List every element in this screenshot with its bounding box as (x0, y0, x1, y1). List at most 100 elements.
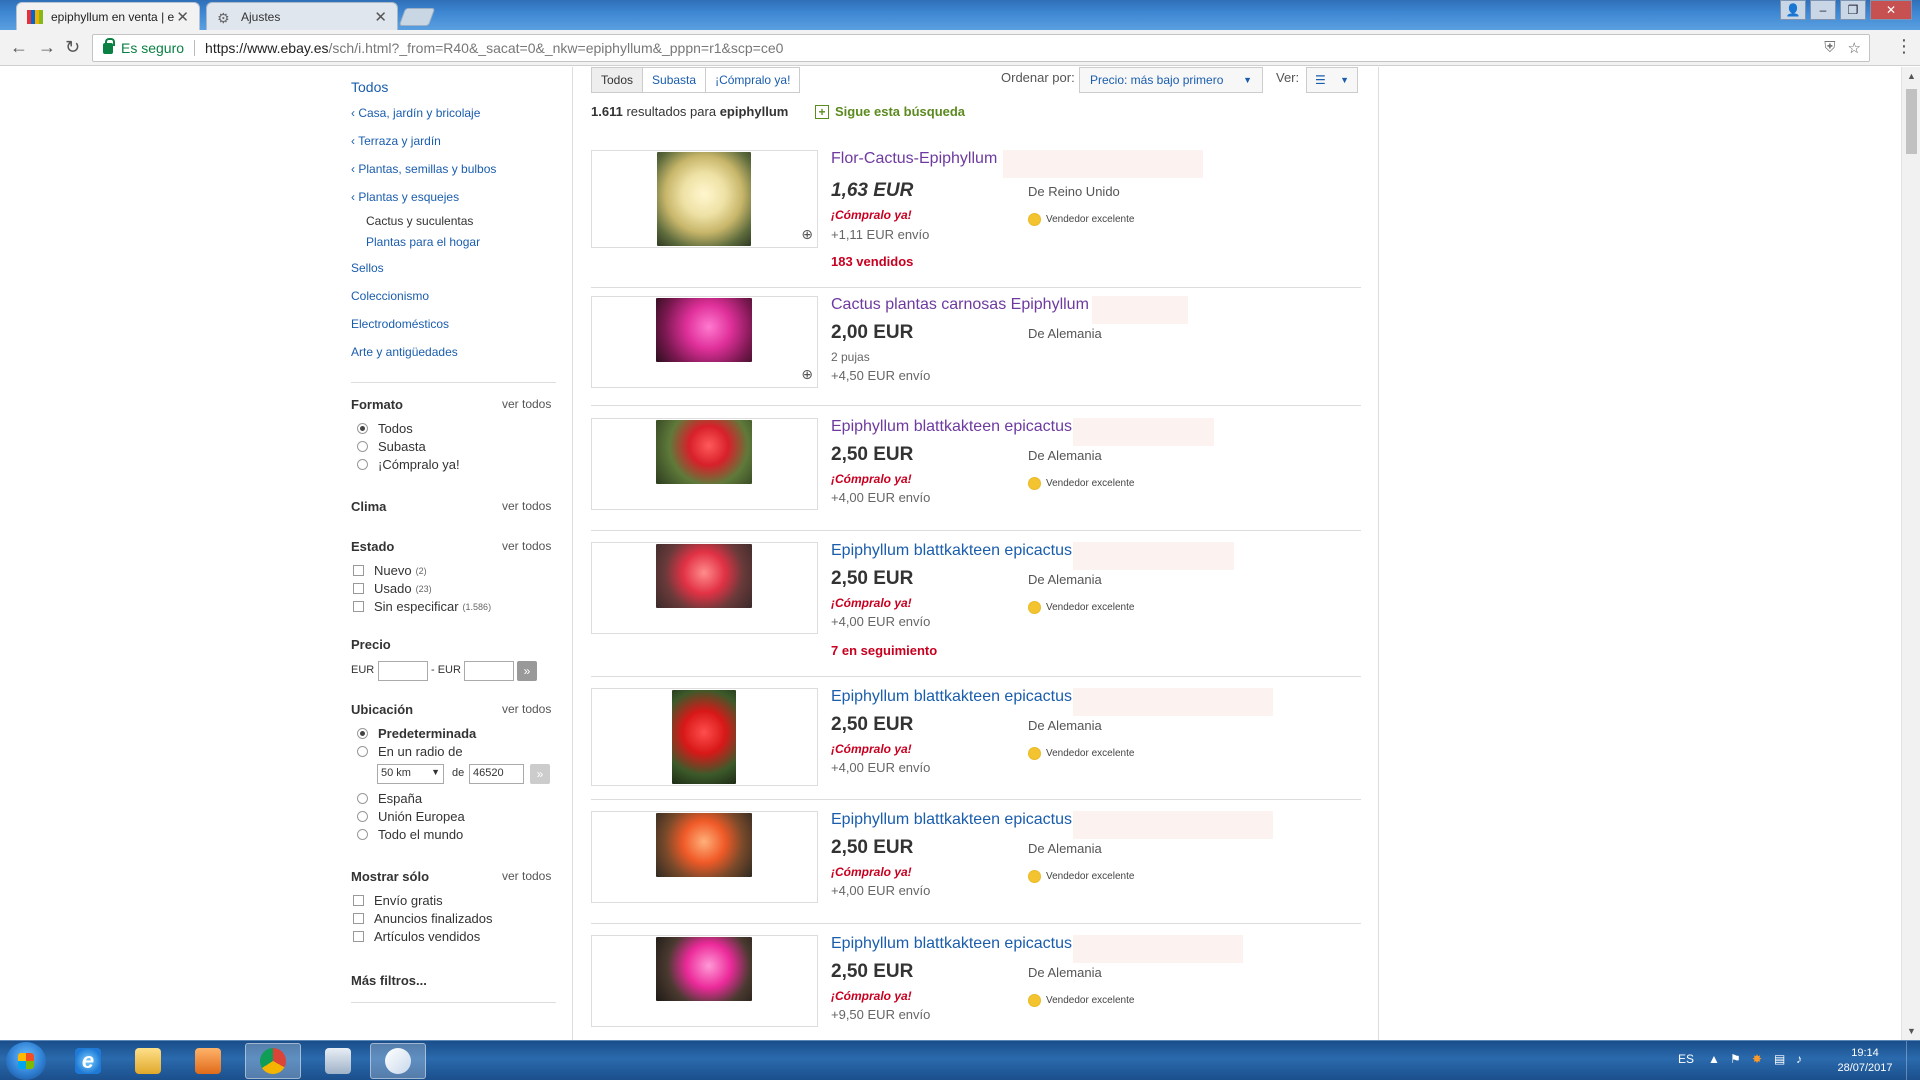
start-button[interactable] (6, 1042, 46, 1080)
listing-title[interactable]: Cactus plantas carnosas Epiphyllum (831, 296, 1089, 314)
mostrar-option-finalizados[interactable]: Anuncios finalizados (353, 911, 493, 926)
estado-option-sin-especificar[interactable]: Sin especificar (1.586) (353, 599, 491, 614)
price-submit-button[interactable]: » (517, 661, 537, 681)
postcode-input[interactable]: 46520 (469, 764, 524, 784)
page-scrollbar[interactable]: ▲ ▼ (1901, 67, 1920, 1040)
close-window-button[interactable]: ✕ (1870, 0, 1912, 20)
listing-title[interactable]: Flor-Cactus-Epiphyllum (831, 150, 997, 168)
ebay-favicon-icon (27, 9, 43, 24)
scroll-down-icon[interactable]: ▼ (1907, 1026, 1916, 1036)
follow-search-button[interactable]: + Sigue esta búsqueda (815, 104, 965, 119)
taskbar-chrome[interactable] (245, 1043, 301, 1079)
forward-arrow-icon[interactable]: → (38, 37, 56, 58)
ubicacion-option-predeterminada[interactable]: Predeterminada (357, 726, 476, 741)
taskbar-media[interactable] (180, 1043, 236, 1079)
windows-taskbar: e ES ▲ ⚑ ✸ ▤ ♪ 19:14 28/07/2017 (0, 1040, 1920, 1080)
listing-image[interactable] (591, 542, 818, 634)
extension-icon[interactable]: ⛨ (1824, 39, 1835, 57)
category-casa[interactable]: ‹ Casa, jardín y bricolaje (351, 106, 480, 120)
folder-icon (135, 1048, 161, 1074)
listing-title[interactable]: Epiphyllum blattkakteen epicactus (831, 935, 1072, 953)
listing-shipping: +4,00 EUR envío (831, 883, 931, 898)
category-electrodomesticos[interactable]: Electrodomésticos (351, 317, 449, 331)
format-tab-compralo[interactable]: ¡Cómpralo ya! (706, 68, 800, 92)
tab-ajustes[interactable]: ⚙ Ajustes ✕ (206, 2, 398, 30)
price-max-input[interactable] (464, 661, 514, 681)
taskbar-explorer[interactable] (120, 1043, 176, 1079)
category-arte[interactable]: Arte y antigüedades (351, 345, 458, 359)
category-plantas-hogar[interactable]: Plantas para el hogar (366, 235, 480, 249)
ubicacion-option-ue[interactable]: Unión Europea (357, 809, 465, 824)
taskbar-paint[interactable] (370, 1043, 426, 1079)
listing-title[interactable]: Epiphyllum blattkakteen epicactus (831, 811, 1072, 829)
formato-option-todos[interactable]: Todos (357, 421, 413, 436)
more-filters-link[interactable]: Más filtros... (351, 973, 427, 988)
taskbar-calculator[interactable] (310, 1043, 366, 1079)
view-select[interactable]: ☰ ▼ (1306, 67, 1358, 93)
ubicacion-option-mundo[interactable]: Todo el mundo (357, 827, 463, 842)
flag-icon[interactable]: ⚑ (1730, 1052, 1741, 1066)
listing-image[interactable]: ⊕ (591, 296, 818, 388)
listing-image[interactable] (591, 688, 818, 786)
estado-option-nuevo[interactable]: Nuevo (2) (353, 563, 427, 578)
listing-image[interactable] (591, 935, 818, 1027)
estado-option-usado[interactable]: Usado (23) (353, 581, 432, 596)
category-sellos[interactable]: Sellos (351, 261, 384, 275)
bookmark-star-icon[interactable]: ☆ (1848, 39, 1861, 57)
formato-see-all-link[interactable]: ver todos (502, 397, 551, 411)
zoom-icon[interactable]: ⊕ (801, 226, 813, 243)
taskbar-ie[interactable]: e (60, 1043, 116, 1079)
mostrar-see-all-link[interactable]: ver todos (502, 869, 551, 883)
reload-icon[interactable]: ↻ (65, 37, 80, 58)
mostrar-option-vendidos[interactable]: Artículos vendidos (353, 929, 480, 944)
listing-title[interactable]: Epiphyllum blattkakteen epicactus (831, 418, 1072, 436)
system-clock[interactable]: 19:14 28/07/2017 (1830, 1046, 1900, 1076)
tray-expand-icon[interactable]: ▲ (1708, 1052, 1720, 1066)
ubicacion-option-espana[interactable]: España (357, 791, 422, 806)
listing-shipping: +9,50 EUR envío (831, 1007, 931, 1022)
mostrar-option-envio-gratis[interactable]: Envío gratis (353, 893, 443, 908)
scrollbar-thumb[interactable] (1906, 89, 1917, 154)
category-plantas-semillas[interactable]: ‹ Plantas, semillas y bulbos (351, 162, 496, 176)
zoom-icon[interactable]: ⊕ (801, 366, 813, 383)
ubicacion-see-all-link[interactable]: ver todos (502, 702, 551, 716)
category-coleccionismo[interactable]: Coleccionismo (351, 289, 429, 303)
minimize-button[interactable]: – (1810, 0, 1836, 20)
language-indicator[interactable]: ES (1678, 1052, 1694, 1066)
radius-de-label: de (452, 767, 465, 779)
back-arrow-icon[interactable]: ← (10, 37, 28, 58)
category-plantas-esquejes[interactable]: ‹ Plantas y esquejes (351, 190, 459, 204)
app-tray-icon[interactable]: ✸ (1752, 1052, 1762, 1066)
formato-option-subasta[interactable]: Subasta (357, 439, 426, 454)
network-icon[interactable]: ▤ (1774, 1052, 1785, 1066)
listing-image[interactable] (591, 811, 818, 903)
category-todos[interactable]: Todos (351, 79, 388, 95)
category-terraza[interactable]: ‹ Terraza y jardín (351, 134, 441, 148)
tab-close-icon[interactable]: ✕ (176, 8, 189, 26)
scroll-up-icon[interactable]: ▲ (1907, 71, 1916, 81)
radius-select[interactable]: 50 km ▼ (377, 764, 444, 784)
tab-ebay[interactable]: epiphyllum en venta | e ✕ (16, 2, 200, 30)
location-submit-button[interactable]: » (530, 764, 550, 784)
formato-option-compralo[interactable]: ¡Cómpralo ya! (357, 457, 460, 472)
clima-see-all-link[interactable]: ver todos (502, 499, 551, 513)
listing-image[interactable]: ⊕ (591, 150, 818, 248)
listing-title[interactable]: Epiphyllum blattkakteen epicactus (831, 542, 1072, 560)
address-bar[interactable]: Es seguro https://www.ebay.es /sch/i.htm… (92, 34, 1870, 62)
show-desktop-button[interactable] (1906, 1041, 1920, 1080)
sort-select[interactable]: Precio: más bajo primero ▼ (1079, 67, 1263, 93)
listing-title[interactable]: Epiphyllum blattkakteen epicactus (831, 688, 1072, 706)
price-min-input[interactable] (378, 661, 428, 681)
chevron-down-icon: ▼ (1340, 75, 1349, 85)
new-tab-button[interactable] (398, 8, 436, 26)
tab-close-icon[interactable]: ✕ (374, 8, 387, 26)
format-tab-todos[interactable]: Todos (592, 68, 644, 92)
listing-image[interactable] (591, 418, 818, 510)
format-tab-subasta[interactable]: Subasta (643, 68, 707, 92)
estado-see-all-link[interactable]: ver todos (502, 539, 551, 553)
menu-kebab-icon[interactable]: ⋮ (1895, 36, 1913, 57)
ubicacion-option-radio[interactable]: En un radio de (357, 744, 463, 759)
volume-icon[interactable]: ♪ (1796, 1052, 1802, 1066)
maximize-button[interactable]: ❐ (1840, 0, 1866, 20)
user-profile-icon[interactable]: 👤 (1780, 0, 1806, 20)
